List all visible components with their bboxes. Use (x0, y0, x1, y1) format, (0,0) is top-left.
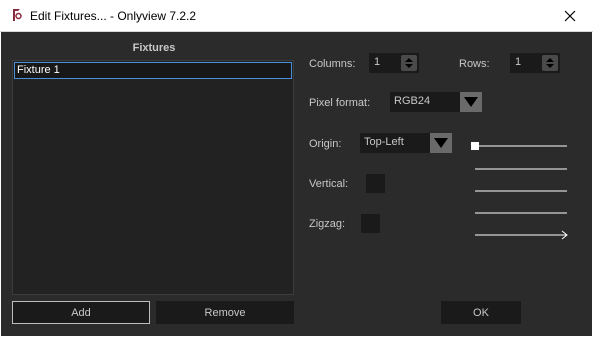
fixtures-heading: Fixtures (132, 42, 176, 54)
chevron-down-icon (434, 138, 448, 148)
edit-fixtures-dialog: Edit Fixtures... - Onlyview 7.2.2 Fixtur… (0, 0, 593, 337)
dropdown-button[interactable] (430, 133, 452, 153)
spin-arrows-icon[interactable] (542, 55, 558, 71)
vertical-label: Vertical: (309, 178, 349, 190)
dropdown-button[interactable] (460, 92, 482, 112)
onlyview-logo-icon (13, 9, 22, 21)
close-button[interactable] (547, 0, 593, 31)
rows-label: Rows: (459, 58, 490, 70)
dialog-body: Fixtures Fixture 1 Add Remove Columns: 1… (1, 32, 592, 336)
pixel-format-select[interactable]: RGB24 (390, 92, 482, 112)
columns-spinbox[interactable]: 1 (369, 53, 419, 73)
ok-button[interactable]: OK (441, 301, 521, 324)
scan-order-preview (471, 142, 568, 240)
fixture-list[interactable]: Fixture 1 (12, 60, 294, 295)
chevron-down-icon (464, 97, 478, 107)
vertical-checkbox[interactable] (366, 174, 385, 193)
zigzag-label: Zigzag: (309, 218, 346, 230)
title-bar[interactable]: Edit Fixtures... - Onlyview 7.2.2 (0, 0, 593, 32)
pixel-format-value: RGB24 (394, 95, 431, 107)
add-button[interactable]: Add (12, 301, 150, 324)
origin-value: Top-Left (364, 136, 404, 148)
spin-arrows-icon[interactable] (401, 55, 417, 71)
origin-select[interactable]: Top-Left (360, 133, 452, 153)
origin-label: Origin: (309, 138, 342, 150)
window-title: Edit Fixtures... - Onlyview 7.2.2 (30, 9, 197, 23)
rows-spinbox[interactable]: 1 (510, 53, 560, 73)
close-icon (564, 10, 576, 21)
rows-value: 1 (515, 56, 522, 68)
columns-label: Columns: (309, 58, 356, 70)
origin-marker (471, 142, 479, 150)
columns-value: 1 (374, 56, 381, 68)
zigzag-checkbox[interactable] (361, 214, 380, 233)
remove-button[interactable]: Remove (156, 301, 294, 324)
pixel-format-label: Pixel format: (309, 97, 371, 109)
fixture-list-item[interactable]: Fixture 1 (14, 62, 292, 79)
